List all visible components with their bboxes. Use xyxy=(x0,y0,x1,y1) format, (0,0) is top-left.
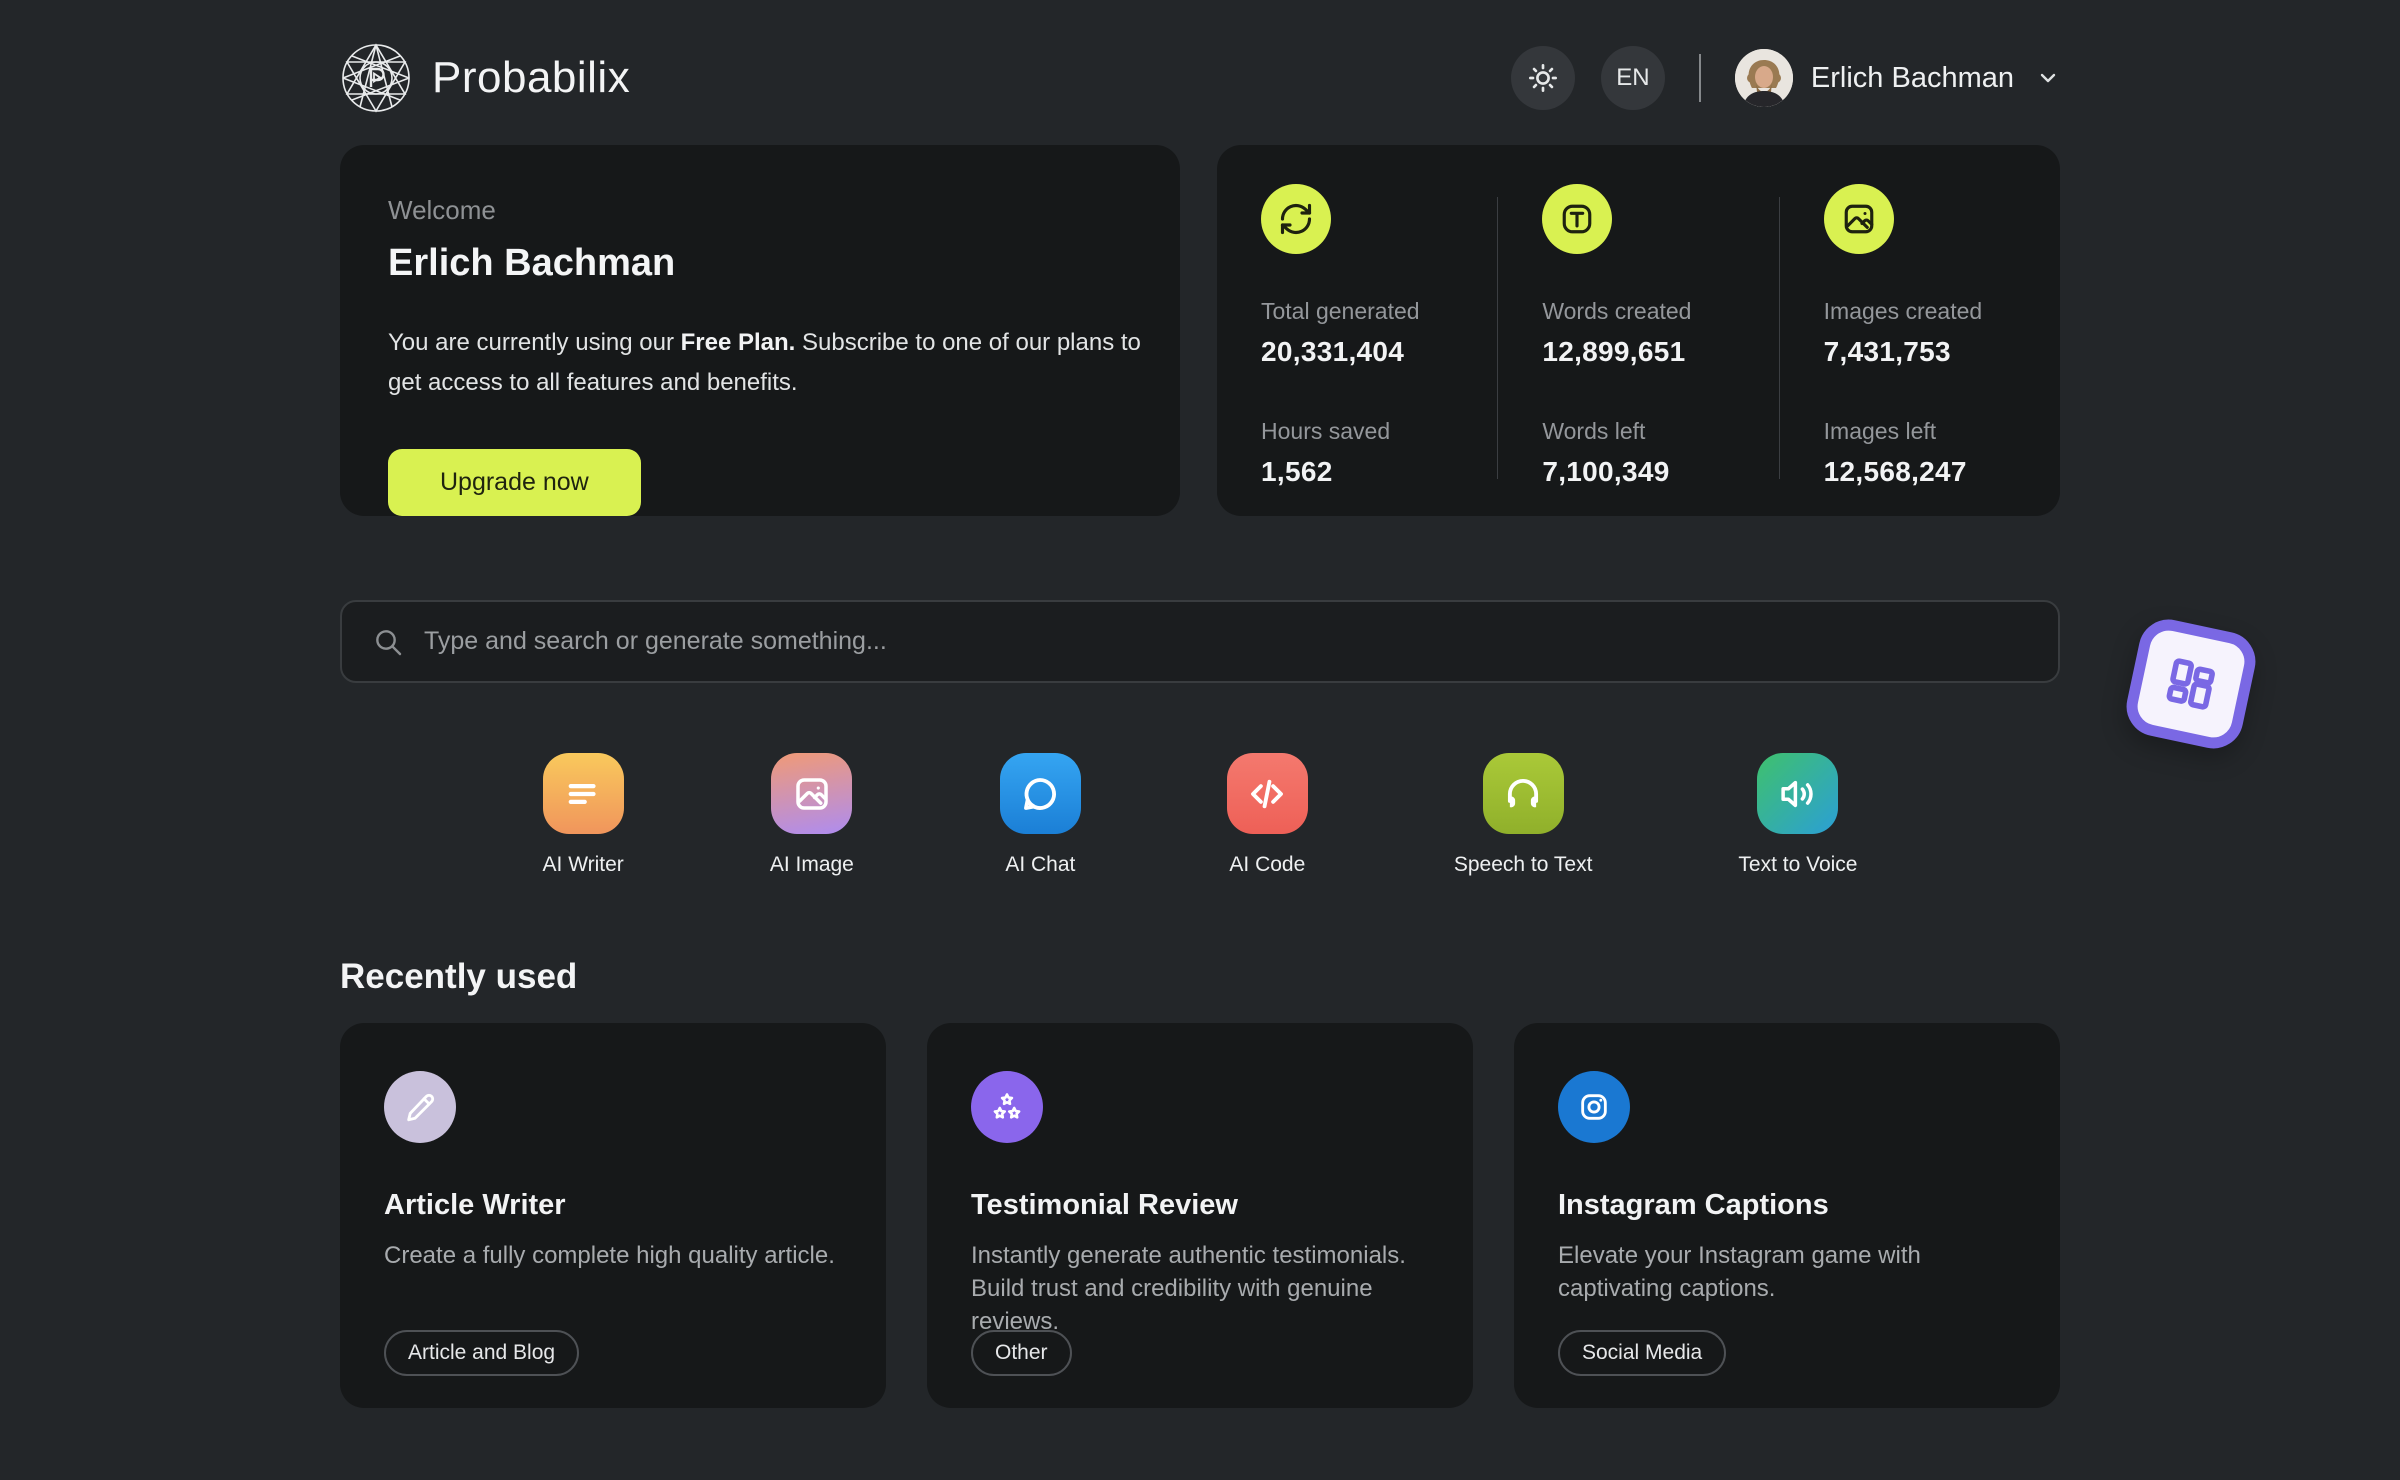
stat-value: 12,899,651 xyxy=(1542,336,1686,367)
recently-used-row: Article Writer Create a fully complete h… xyxy=(340,1023,2060,1408)
header-divider xyxy=(1698,54,1701,102)
probabilix-logo-icon xyxy=(342,43,410,113)
recent-card-article-writer[interactable]: Article Writer Create a fully complete h… xyxy=(340,1023,886,1408)
brand-home-link[interactable]: Probabilix xyxy=(340,42,630,114)
recent-card-testimonial-review[interactable]: Testimonial Review Instantly generate au… xyxy=(927,1023,1473,1408)
code-icon xyxy=(1226,753,1308,834)
instagram-icon xyxy=(1558,1071,1630,1143)
text-lines-icon xyxy=(542,753,624,834)
stat-label: Words created xyxy=(1542,298,1692,324)
card-title: Testimonial Review xyxy=(971,1189,1238,1221)
stat-value: 12,568,247 xyxy=(1823,456,1967,487)
plan-name: Free Plan. xyxy=(680,329,796,356)
stat-label: Hours saved xyxy=(1261,418,1391,444)
stat-label: Images created xyxy=(1823,298,1983,324)
refresh-icon xyxy=(1261,184,1331,254)
search-input[interactable] xyxy=(424,627,2028,656)
card-title: Instagram Captions xyxy=(1558,1189,1829,1221)
header: Probabilix EN Erlich Bachman xyxy=(340,0,2060,114)
chat-bubble-icon xyxy=(999,753,1081,834)
recent-card-instagram-captions[interactable]: Instagram Captions Elevate your Instagra… xyxy=(1514,1023,2060,1408)
theme-toggle-button[interactable] xyxy=(1510,46,1575,110)
tool-ai-writer[interactable]: AI Writer xyxy=(543,753,624,877)
headphones-icon xyxy=(1482,753,1564,834)
upgrade-now-button[interactable]: Upgrade now xyxy=(388,449,641,516)
stat-label: Images left xyxy=(1823,418,1937,444)
brand-name: Probabilix xyxy=(432,53,631,102)
stat-label: Total generated xyxy=(1261,298,1420,324)
header-actions: EN Erlich Bachman xyxy=(1510,46,2060,110)
stat-value: 7,431,753 xyxy=(1823,336,1951,367)
stars-icon xyxy=(971,1071,1043,1143)
search-icon xyxy=(376,629,402,655)
stat-value: 7,100,349 xyxy=(1542,456,1670,487)
tool-speech-to-text[interactable]: Speech to Text xyxy=(1454,753,1592,877)
dashboard-grid-icon xyxy=(2166,658,2215,710)
tool-ai-chat[interactable]: AI Chat xyxy=(999,753,1081,877)
usage-stats-card: Total generated 20,331,404 Hours saved 1… xyxy=(1217,145,2060,516)
tool-ai-image[interactable]: AI Image xyxy=(770,753,854,877)
text-icon xyxy=(1542,184,1613,254)
picture-icon xyxy=(771,753,853,834)
welcome-user-name: Erlich Bachman xyxy=(388,242,676,284)
recently-used-heading: Recently used xyxy=(340,957,578,996)
card-description: Create a fully complete high quality art… xyxy=(384,1242,835,1269)
language-button[interactable]: EN xyxy=(1600,46,1665,110)
user-menu[interactable]: Erlich Bachman xyxy=(1734,49,2060,107)
image-icon xyxy=(1823,184,1894,254)
stat-label: Words left xyxy=(1542,418,1646,444)
tool-ai-code[interactable]: AI Code xyxy=(1226,753,1308,877)
card-description: Elevate your Instagram game with captiva… xyxy=(1558,1242,1921,1302)
stat-column-total: Total generated 20,331,404 Hours saved 1… xyxy=(1217,184,1497,516)
category-tag: Other xyxy=(971,1330,1072,1376)
stat-value: 1,562 xyxy=(1261,456,1333,487)
floating-apps-widget[interactable] xyxy=(2121,614,2261,754)
sun-icon xyxy=(1528,63,1557,92)
tool-text-to-voice[interactable]: Text to Voice xyxy=(1738,753,1857,877)
top-cards-row: Welcome Erlich Bachman You are currently… xyxy=(340,145,2060,516)
stat-column-images: Images created 7,431,753 Images left 12,… xyxy=(1780,184,2060,516)
avatar xyxy=(1734,49,1793,107)
user-name: Erlich Bachman xyxy=(1810,61,2014,94)
pencil-icon xyxy=(384,1071,456,1143)
speaker-icon xyxy=(1757,753,1839,834)
stat-value: 20,331,404 xyxy=(1261,336,1405,367)
category-tag: Social Media xyxy=(1558,1330,1727,1376)
card-title: Article Writer xyxy=(384,1189,566,1221)
welcome-card: Welcome Erlich Bachman You are currently… xyxy=(340,145,1180,516)
search-bar xyxy=(340,600,2060,683)
stat-column-words: Words created 12,899,651 Words left 7,10… xyxy=(1498,184,1778,516)
dashboard-page: Probabilix EN Erlich Bachman Welcome Erl… xyxy=(0,0,2400,1480)
tools-row: AI Writer AI Image AI Chat AI Code Speec… xyxy=(340,753,2060,877)
plan-description: You are currently using our Free Plan. S… xyxy=(388,329,1141,396)
welcome-label: Welcome xyxy=(388,195,496,225)
chevron-down-icon xyxy=(2040,73,2056,83)
category-tag: Article and Blog xyxy=(384,1330,580,1376)
card-description: Instantly generate authentic testimonial… xyxy=(971,1242,1406,1335)
